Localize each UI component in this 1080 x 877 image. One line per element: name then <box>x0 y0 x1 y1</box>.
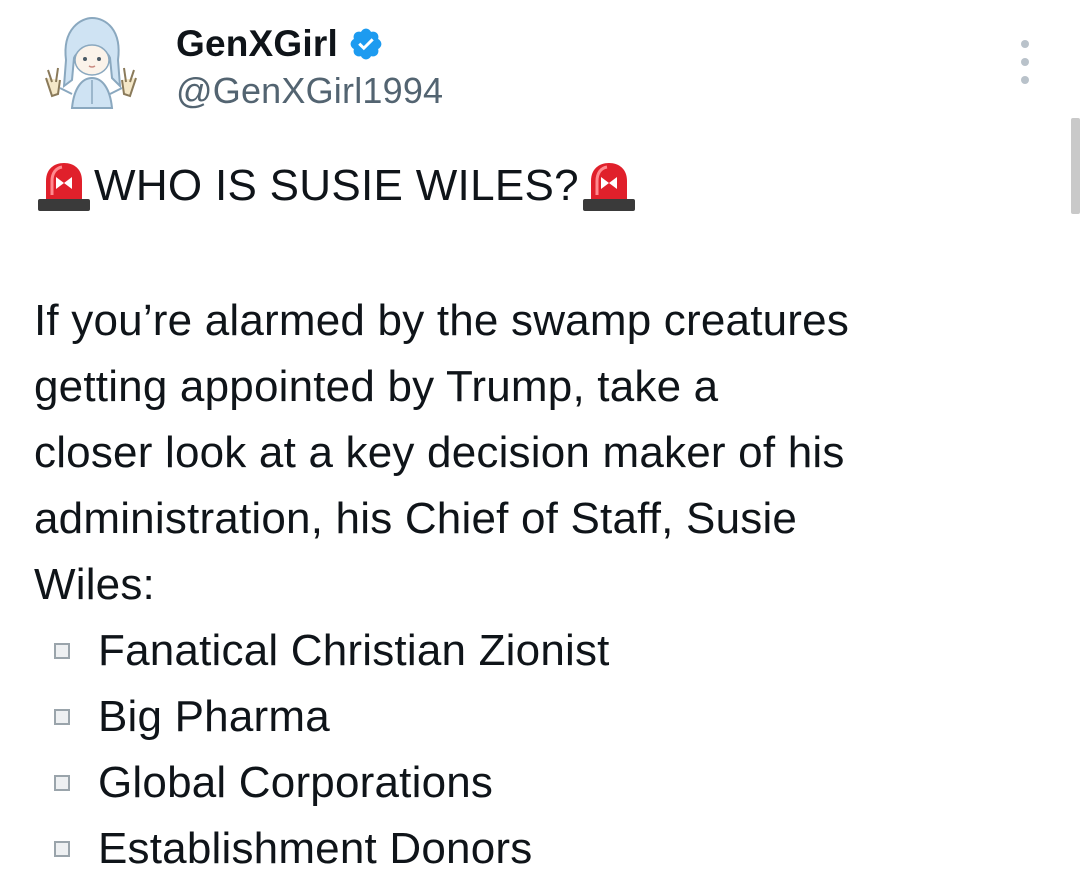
author-avatar[interactable] <box>32 8 150 118</box>
author-handle[interactable]: @GenXGirl1994 <box>176 70 443 112</box>
list-item: Establishment Donors <box>34 816 1034 877</box>
white-square-bullet-icon <box>54 841 70 857</box>
list-item: Fanatical Christian Zionist <box>34 618 1034 684</box>
author-display-name[interactable]: GenXGirl <box>176 23 338 65</box>
post-headline: WHO IS SUSIE WILES? <box>94 161 579 210</box>
author-name-row[interactable]: GenXGirl <box>176 20 384 68</box>
scrollbar-thumb[interactable] <box>1071 118 1080 214</box>
post-headline-row: WHO IS SUSIE WILES? <box>34 150 1034 222</box>
list-item-label: Global Corporations <box>98 758 494 807</box>
bullet-list: Fanatical Christian Zionist Big Pharma G… <box>34 618 1034 877</box>
more-options-button[interactable] <box>1010 40 1040 84</box>
white-square-bullet-icon <box>54 643 70 659</box>
white-square-bullet-icon <box>54 709 70 725</box>
verified-badge-icon <box>348 26 384 62</box>
list-item: Big Pharma <box>34 684 1034 750</box>
list-item-label: Big Pharma <box>98 692 330 741</box>
list-item-label: Fanatical Christian Zionist <box>98 626 610 675</box>
anime-girl-peace-sign-avatar-icon <box>39 11 143 115</box>
post-content: WHO IS SUSIE WILES? If you’re alarmed by… <box>34 150 1034 877</box>
police-light-emoji-icon <box>34 159 94 213</box>
list-item-label: Establishment Donors <box>98 824 533 873</box>
more-dot-icon <box>1021 40 1029 48</box>
list-item: Global Corporations <box>34 750 1034 816</box>
police-light-emoji-icon <box>579 159 639 213</box>
more-dot-icon <box>1021 76 1029 84</box>
post-body-text: If you’re alarmed by the swamp creatures… <box>34 296 850 609</box>
more-dot-icon <box>1021 58 1029 66</box>
white-square-bullet-icon <box>54 775 70 791</box>
